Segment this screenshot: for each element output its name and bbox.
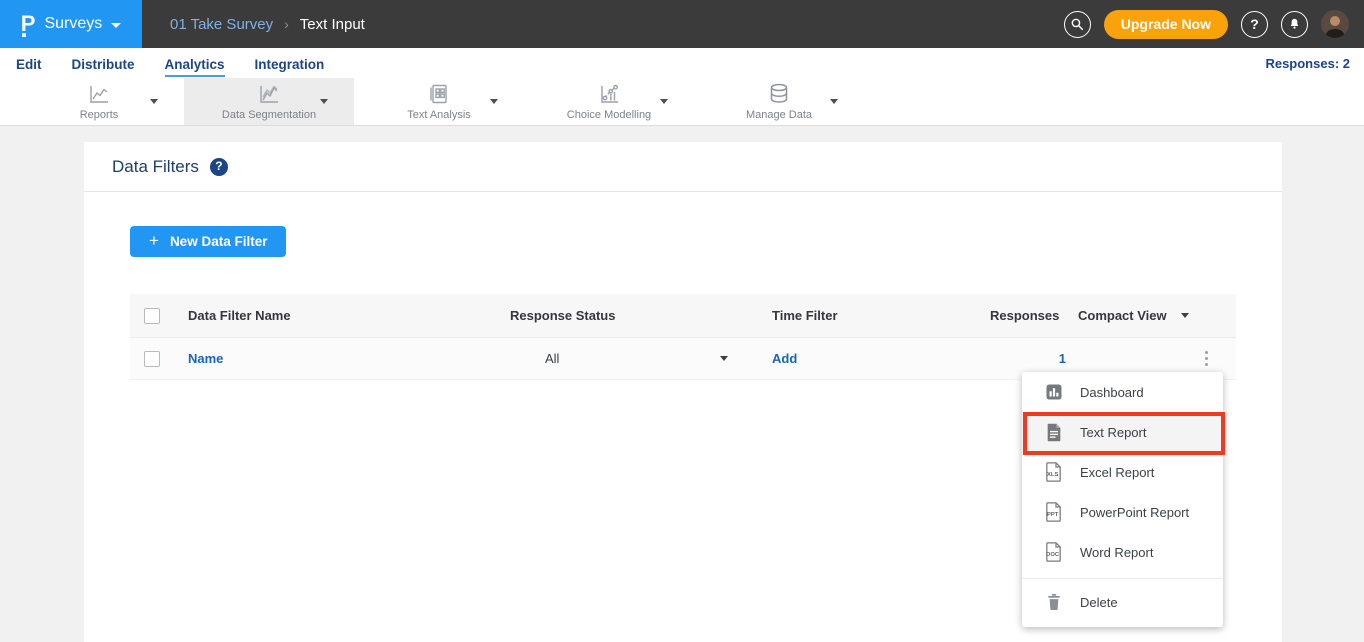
panel-header: Data Filters ? [84, 142, 1282, 192]
toolbar-item-label: Data Segmentation [222, 109, 316, 121]
toolbar-item-label: Text Analysis [407, 109, 471, 121]
responses-count: Responses: 2 [1265, 56, 1350, 71]
menu-item-label: Text Report [1080, 425, 1146, 440]
chevron-down-icon[interactable] [660, 99, 668, 104]
chevron-down-icon[interactable] [320, 99, 328, 104]
chevron-down-icon [1181, 313, 1189, 318]
new-data-filter-button[interactable]: + New Data Filter [130, 226, 286, 257]
toolbar-item-reports[interactable]: Reports [14, 78, 184, 125]
dashboard-icon [1044, 382, 1063, 402]
data-filters-table: Data Filter Name Response Status Time Fi… [130, 294, 1236, 380]
menu-item-label: PowerPoint Report [1080, 505, 1189, 520]
tab-distribute[interactable]: Distribute [72, 55, 135, 72]
menu-item-dashboard[interactable]: Dashboard [1022, 372, 1223, 412]
table-header-row: Data Filter Name Response Status Time Fi… [130, 294, 1236, 338]
word-file-icon: DOC [1044, 542, 1063, 562]
text-grid-icon [427, 82, 451, 106]
chevron-down-icon [111, 23, 121, 28]
select-all-checkbox[interactable] [144, 308, 160, 324]
menu-item-label: Delete [1080, 595, 1118, 610]
chevron-down-icon [720, 356, 728, 361]
header-checkbox-cell [130, 308, 188, 324]
bell-icon [1288, 17, 1301, 31]
product-name: Surveys [44, 15, 102, 33]
menu-item-delete[interactable]: Delete [1022, 579, 1223, 625]
row-checkbox[interactable] [144, 351, 160, 367]
breadcrumb-survey-title[interactable]: 01 Take Survey [170, 16, 273, 33]
compact-view-label: Compact View [1078, 308, 1167, 323]
upgrade-now-button[interactable]: Upgrade Now [1104, 10, 1228, 39]
excel-file-icon: XLS [1044, 462, 1063, 482]
powerpoint-file-icon: PPT [1044, 502, 1063, 522]
svg-text:DOC: DOC [1046, 552, 1060, 558]
brand-logo-icon: P [21, 13, 36, 35]
help-button[interactable]: ? [1241, 11, 1268, 38]
survey-section-tabs: Edit Distribute Analytics Integration Re… [0, 48, 1364, 78]
row-actions-cell [1078, 347, 1236, 370]
tab-edit[interactable]: Edit [16, 55, 42, 72]
svg-text:XLS: XLS [1047, 472, 1058, 478]
header-time-filter: Time Filter [768, 308, 978, 323]
text-report-icon [1044, 422, 1063, 442]
search-icon [1070, 17, 1084, 31]
top-header-bar: P Surveys 01 Take Survey › Text Input Up… [0, 0, 1364, 48]
row-checkbox-cell [130, 351, 188, 367]
kebab-menu-icon[interactable] [1201, 347, 1212, 370]
menu-item-powerpoint-report[interactable]: PPT PowerPoint Report [1022, 492, 1223, 532]
toolbar-item-label: Reports [80, 109, 119, 121]
trash-icon [1044, 592, 1063, 612]
row-actions-menu: Dashboard Text Report XLS [1022, 372, 1223, 627]
menu-item-label: Excel Report [1080, 465, 1154, 480]
menu-item-text-report[interactable]: Text Report [1022, 412, 1223, 452]
chevron-down-icon[interactable] [830, 99, 838, 104]
chevron-down-icon[interactable] [490, 99, 498, 104]
header-data-filter-name: Data Filter Name [188, 308, 510, 323]
avatar-image [1321, 10, 1349, 38]
analytics-toolbar: Reports Data Segmentation [0, 78, 1364, 126]
database-icon [767, 82, 791, 106]
filter-name-link[interactable]: Name [188, 351, 510, 366]
menu-item-label: Dashboard [1080, 385, 1144, 400]
notifications-button[interactable] [1281, 11, 1308, 38]
toolbar-item-manage-data[interactable]: Manage Data [694, 78, 864, 125]
line-chart-icon [87, 82, 111, 106]
toolbar-item-text-analysis[interactable]: Text Analysis [354, 78, 524, 125]
search-button[interactable] [1064, 11, 1091, 38]
header-response-status: Response Status [510, 308, 768, 323]
product-switcher[interactable]: P Surveys [0, 0, 142, 48]
response-status-select[interactable]: All [510, 351, 768, 366]
chevron-down-icon[interactable] [150, 99, 158, 104]
multi-line-chart-icon [257, 82, 281, 106]
svg-text:PPT: PPT [1047, 512, 1059, 518]
breadcrumb: 01 Take Survey › Text Input [170, 0, 365, 48]
response-status-value: All [545, 351, 559, 366]
toolbar-item-choice-modelling[interactable]: Choice Modelling [524, 78, 694, 125]
scatter-chart-icon [597, 82, 621, 106]
page-title: Data Filters [112, 157, 199, 177]
toolbar-item-label: Manage Data [746, 109, 812, 121]
header-actions: Upgrade Now ? [1064, 0, 1364, 48]
tab-analytics[interactable]: Analytics [165, 55, 225, 72]
header-responses: Responses [978, 308, 1078, 323]
question-mark-icon: ? [1250, 16, 1259, 32]
breadcrumb-separator: › [284, 16, 289, 32]
user-avatar[interactable] [1321, 10, 1349, 38]
menu-item-excel-report[interactable]: XLS Excel Report [1022, 452, 1223, 492]
page: P Surveys 01 Take Survey › Text Input Up… [0, 0, 1364, 642]
help-tooltip-icon[interactable]: ? [210, 158, 228, 176]
menu-item-label: Word Report [1080, 545, 1153, 560]
toolbar-item-label: Choice Modelling [567, 109, 651, 121]
breadcrumb-page-title: Text Input [300, 16, 365, 33]
toolbar-item-data-segmentation[interactable]: Data Segmentation [184, 78, 354, 125]
new-data-filter-label: New Data Filter [170, 234, 268, 249]
plus-icon: + [149, 232, 159, 251]
compact-view-dropdown[interactable]: Compact View [1078, 308, 1236, 323]
time-filter-add-link[interactable]: Add [768, 351, 978, 366]
menu-item-word-report[interactable]: DOC Word Report [1022, 532, 1223, 572]
responses-count-link[interactable]: 1 [978, 351, 1078, 366]
tab-integration[interactable]: Integration [255, 55, 325, 72]
